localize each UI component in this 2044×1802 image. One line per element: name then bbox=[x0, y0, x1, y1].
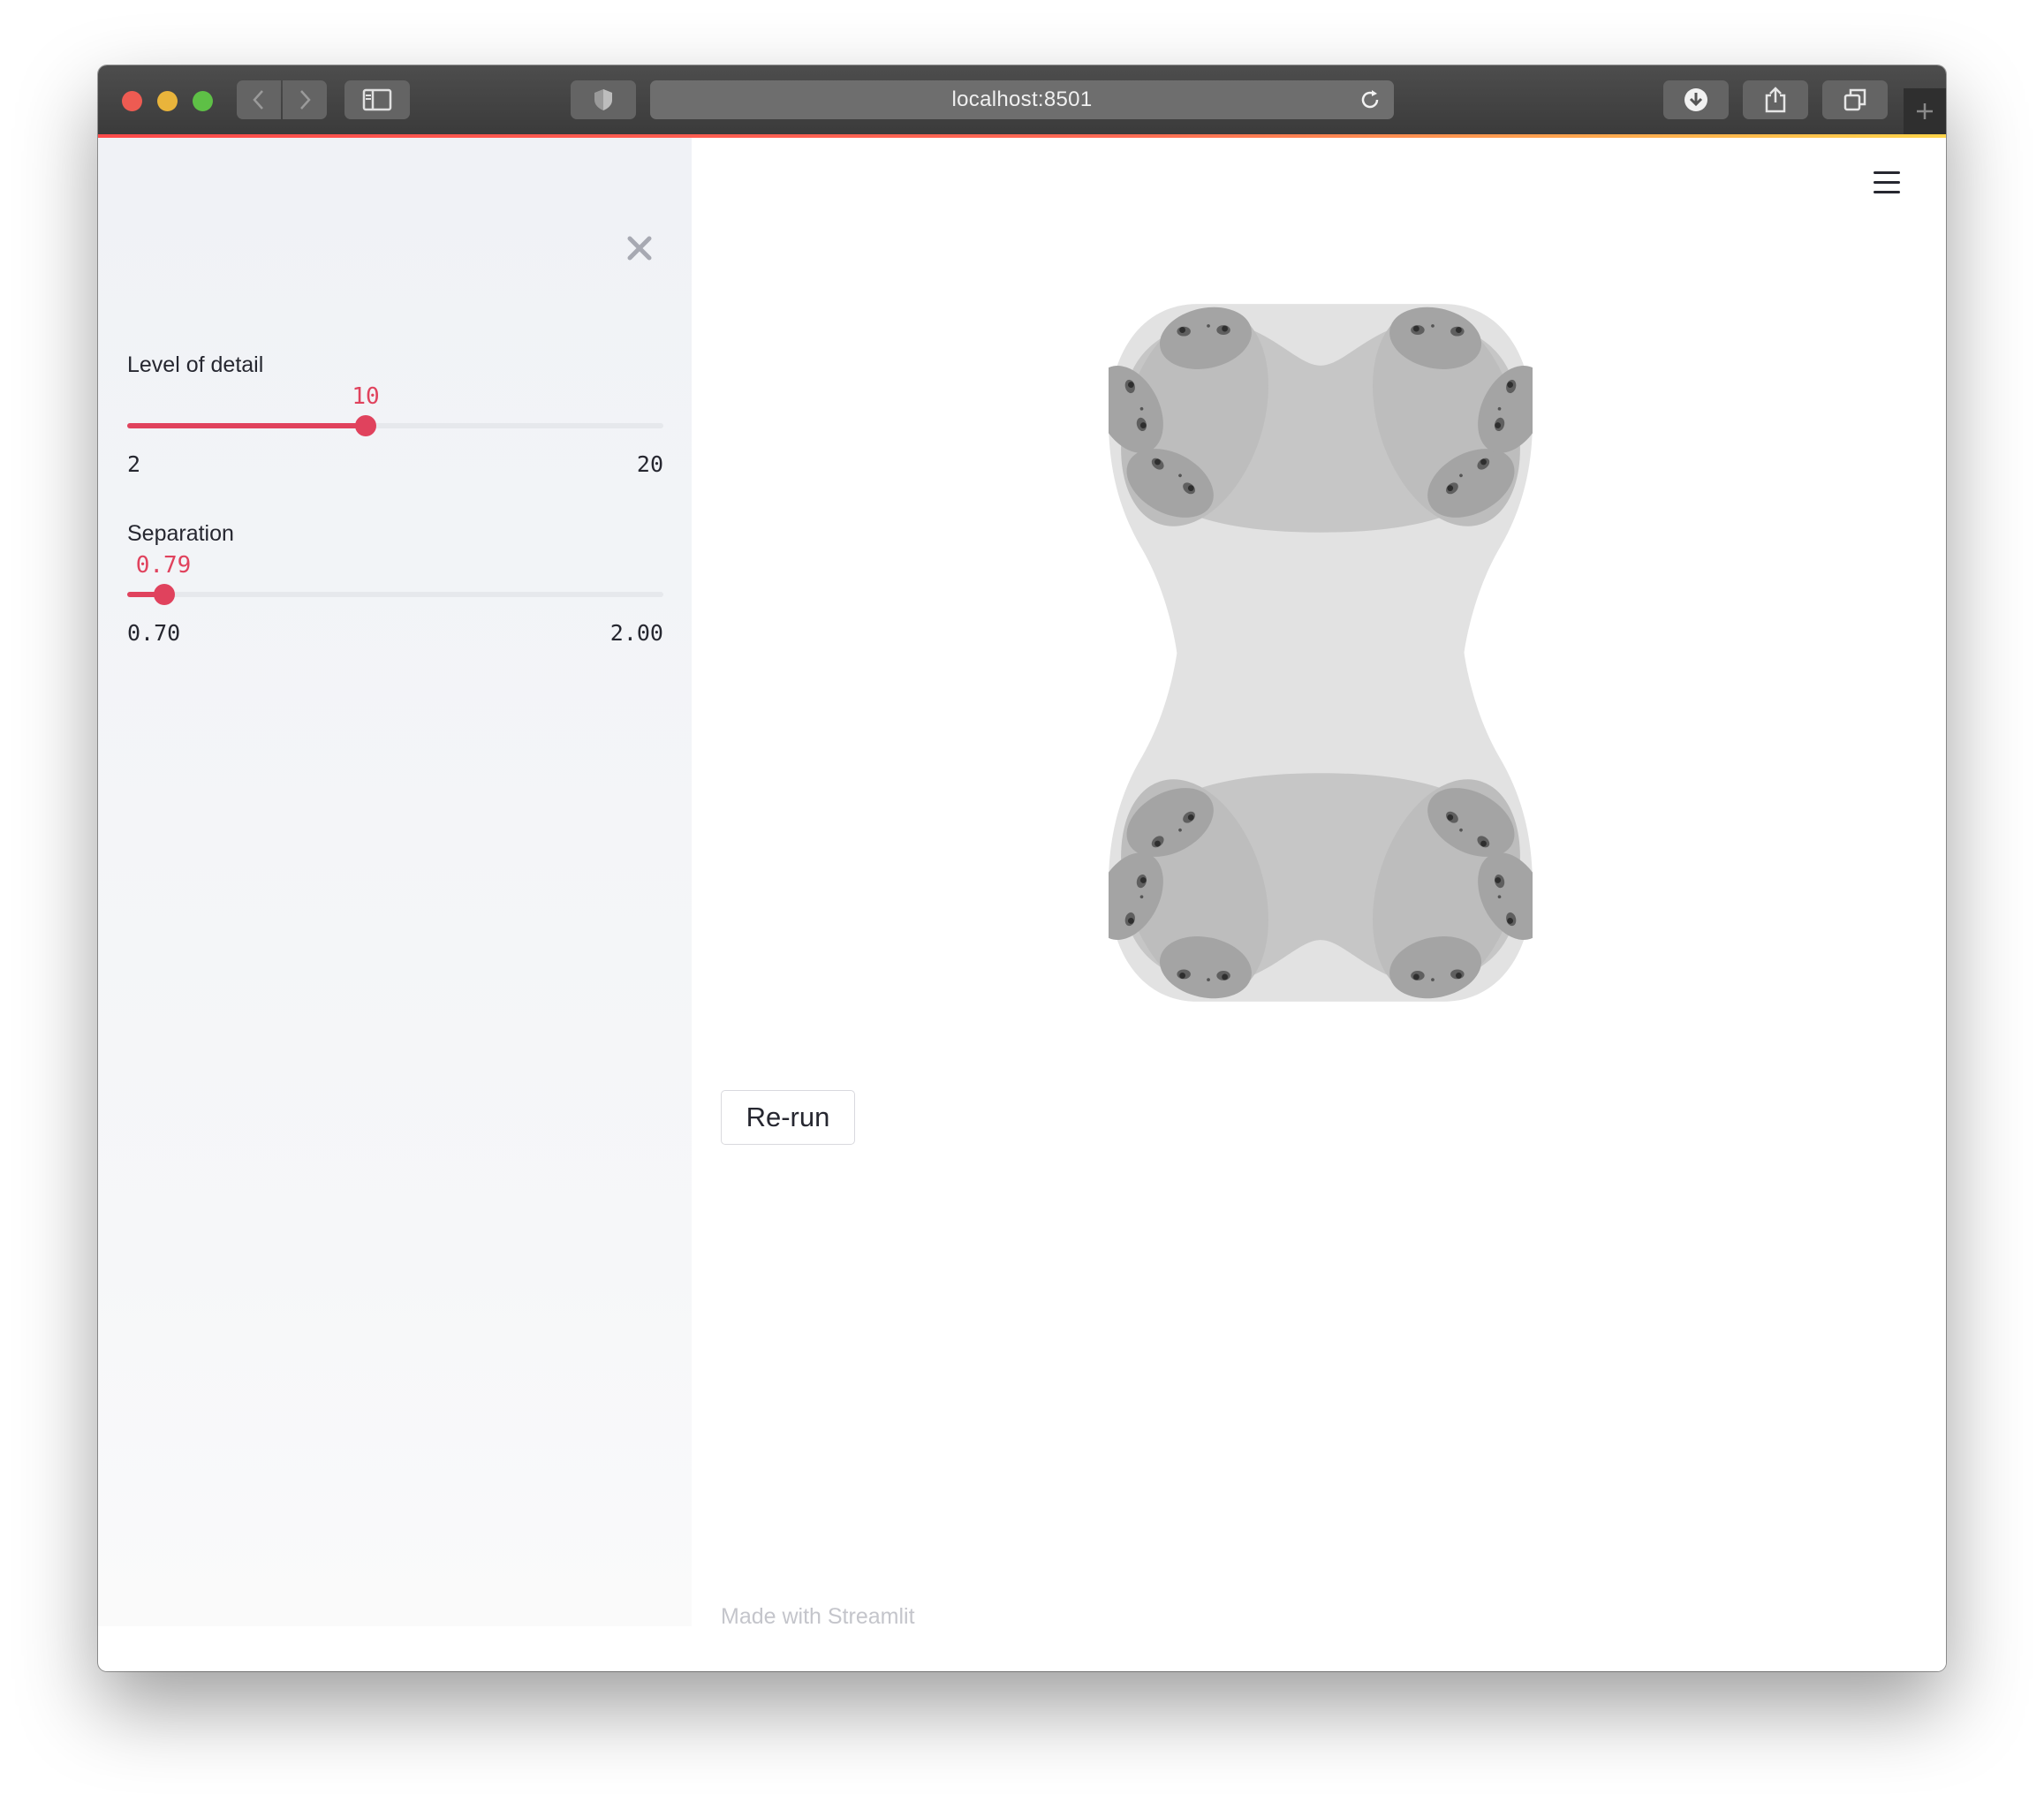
sidebar-toggle-icon bbox=[362, 88, 392, 111]
back-icon bbox=[253, 90, 263, 110]
sidebar: Level of detail 10 2 20 Separation 0.79 … bbox=[98, 138, 692, 1626]
download-icon bbox=[1684, 88, 1707, 111]
downloads-button[interactable] bbox=[1663, 80, 1729, 119]
made-with-streamlit-link[interactable]: Made with Streamlit bbox=[721, 1604, 915, 1630]
shield-icon bbox=[594, 89, 612, 110]
level-of-detail-label: Level of detail bbox=[127, 352, 264, 377]
separation-label: Separation bbox=[127, 521, 234, 546]
share-icon bbox=[1765, 87, 1786, 113]
maximize-window-button[interactable] bbox=[193, 91, 213, 111]
minimize-window-button[interactable] bbox=[157, 91, 178, 111]
separation-min: 0.70 bbox=[127, 620, 181, 646]
level-of-detail-max: 20 bbox=[636, 451, 663, 477]
fractal-image bbox=[1109, 299, 1533, 1006]
separation-slider[interactable] bbox=[127, 584, 663, 605]
close-icon[interactable] bbox=[626, 235, 653, 261]
level-of-detail-value: 10 bbox=[352, 383, 380, 410]
browser-toolbar: localhost:8501 bbox=[98, 65, 1946, 134]
separation-max: 2.00 bbox=[609, 620, 663, 646]
new-tab-button[interactable] bbox=[1904, 88, 1946, 134]
browser-window: localhost:8501 Level of detail 10 2 20 S… bbox=[98, 65, 1946, 1671]
level-of-detail-min: 2 bbox=[127, 451, 141, 477]
close-window-button[interactable] bbox=[122, 91, 142, 111]
level-of-detail-slider[interactable] bbox=[127, 415, 663, 436]
sidebar-toggle-button[interactable] bbox=[344, 80, 410, 119]
privacy-report-button[interactable] bbox=[571, 80, 636, 119]
reload-icon bbox=[1361, 90, 1379, 109]
separation-thumb[interactable] bbox=[154, 584, 175, 605]
url-text: localhost:8501 bbox=[951, 87, 1093, 111]
hamburger-menu-icon[interactable] bbox=[1874, 171, 1900, 194]
address-bar[interactable]: localhost:8501 bbox=[650, 80, 1394, 119]
forward-button[interactable] bbox=[283, 80, 327, 119]
level-of-detail-fill bbox=[127, 423, 366, 428]
level-of-detail-thumb[interactable] bbox=[355, 415, 376, 436]
share-button[interactable] bbox=[1743, 80, 1808, 119]
show-tabs-button[interactable] bbox=[1822, 80, 1888, 119]
reload-button[interactable] bbox=[1359, 88, 1382, 117]
rerun-button[interactable]: Re-run bbox=[721, 1090, 855, 1145]
separation-value: 0.79 bbox=[135, 552, 192, 579]
tabs-icon bbox=[1843, 88, 1866, 111]
main-content: Re-run Made with Streamlit bbox=[692, 138, 1946, 1671]
back-button[interactable] bbox=[237, 80, 281, 119]
forward-icon bbox=[300, 90, 311, 110]
new-tab-icon bbox=[1917, 103, 1933, 119]
